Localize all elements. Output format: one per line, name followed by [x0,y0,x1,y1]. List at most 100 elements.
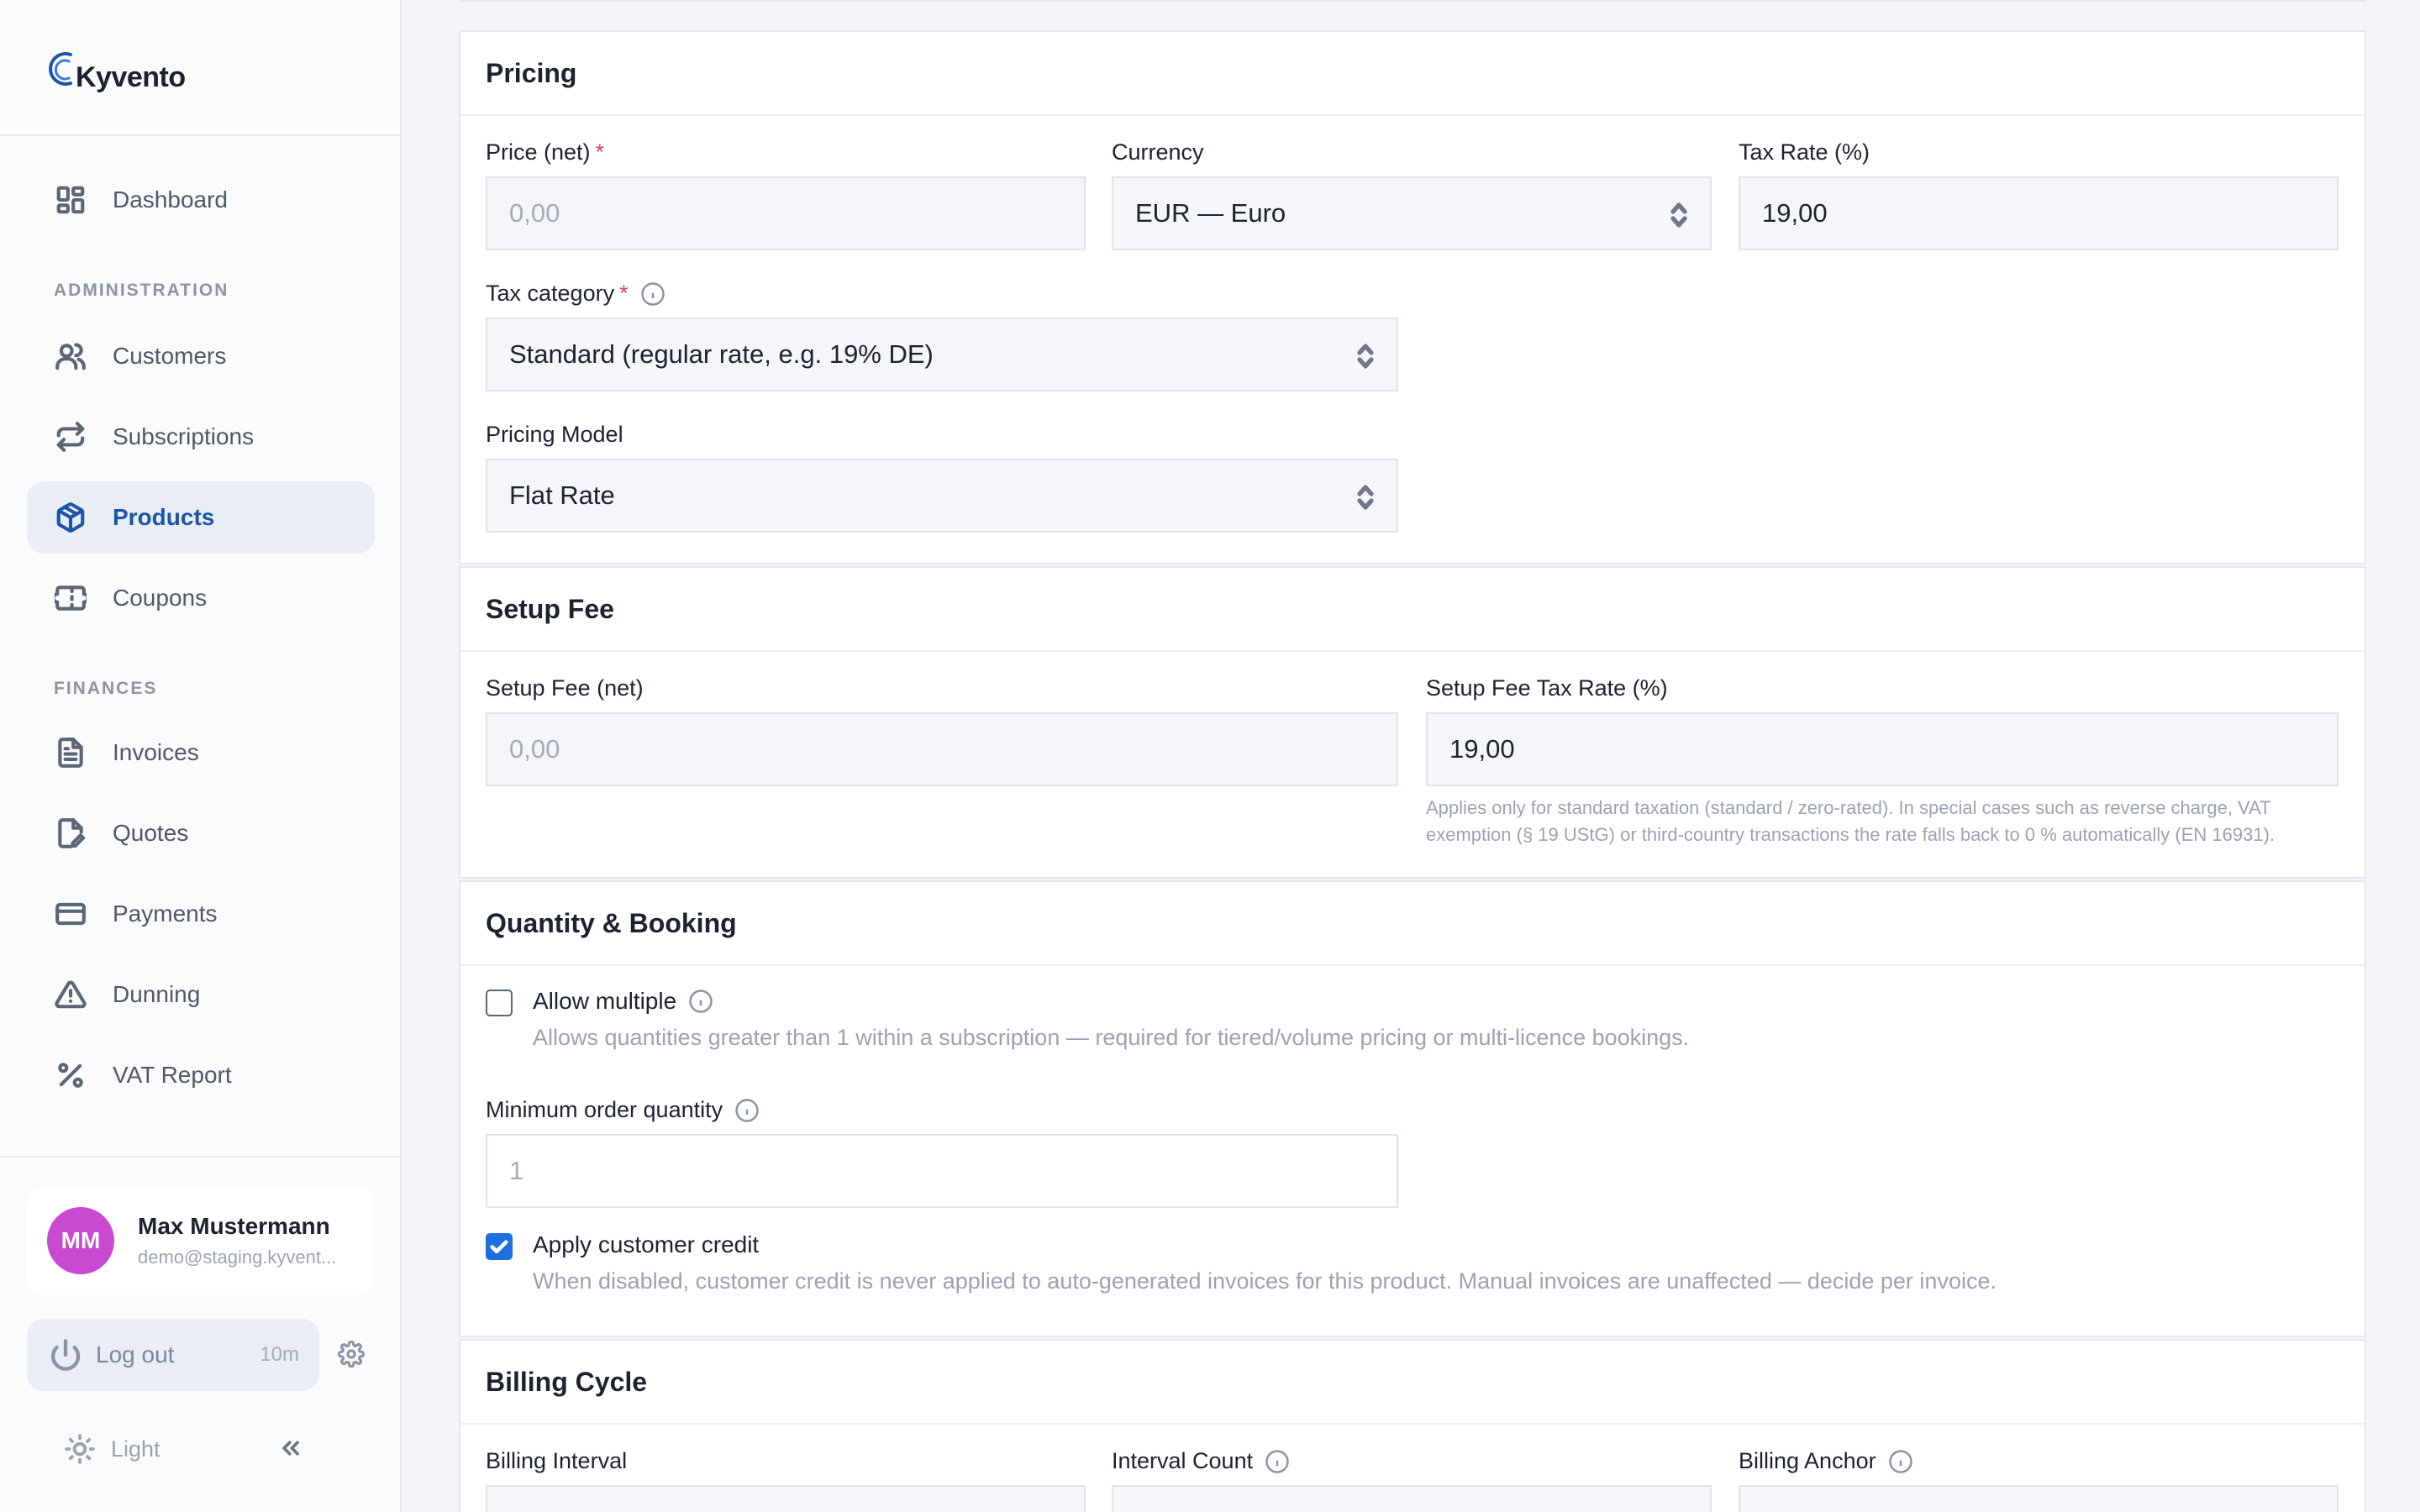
sidebar: Kyvento Dashboard ADMINISTRATION Custome… [0,0,402,1512]
sidebar-item-label: Payments [113,900,218,927]
sidebar-item-label: Subscriptions [113,423,255,449]
info-icon[interactable] [688,989,713,1014]
repeat-icon [54,420,87,454]
check-icon [490,1240,508,1254]
file-text-icon [54,736,87,769]
sidebar-item-label: Products [113,504,215,530]
dashboard-icon [54,183,87,217]
sidebar-item-customers[interactable]: Customers [27,320,375,392]
allow-multiple-checkbox[interactable] [486,990,513,1016]
currency-label: Currency [1112,139,1204,165]
avatar: MM [47,1207,114,1274]
collapse-sidebar-button[interactable] [274,1431,308,1465]
box-icon [54,501,87,534]
percent-icon [54,1058,87,1092]
min-qty-label: Minimum order quantity [486,1097,760,1123]
sidebar-item-vat-report[interactable]: VAT Report [27,1039,375,1111]
sidebar-item-payments[interactable]: Payments [27,878,375,950]
app-logo[interactable]: Kyvento [45,42,186,101]
apply-credit-description: When disabled, customer credit is never … [533,1268,1996,1294]
section-title: Pricing [486,57,577,88]
user-card[interactable]: MM Max Mustermann demo@staging.kyvent... [27,1186,375,1295]
sidebar-item-products[interactable]: Products [27,481,375,554]
credit-card-icon [54,897,87,931]
setup-fee-input[interactable]: 0,00 [486,712,1398,786]
min-qty-input[interactable]: 1 [486,1134,1398,1208]
pricing-model-label: Pricing Model [486,422,623,447]
theme-toggle[interactable]: Light [64,1428,160,1470]
user-email: demo@staging.kyvent... [138,1247,337,1268]
select-chevron-icon [1356,484,1375,511]
sidebar-item-label: Coupons [113,585,208,611]
section-title-administration: ADMINISTRATION [54,281,229,300]
section-title: Billing Cycle [486,1366,648,1397]
app-name: Kyvento [76,60,186,93]
sidebar-item-quotes[interactable]: Quotes [27,797,375,869]
info-icon[interactable] [1265,1449,1290,1474]
logout-button[interactable]: Log out 10m [27,1319,319,1391]
sidebar-item-dunning[interactable]: Dunning [27,958,375,1031]
sun-icon [65,1434,95,1464]
allow-multiple-label: Allow multiple [533,988,713,1015]
tax-rate-input[interactable]: 19,00 [1739,176,2338,250]
currency-select[interactable]: EUR — Euro [1112,176,1712,250]
tax-category-select[interactable]: Standard (regular rate, e.g. 19% DE) [486,318,1398,391]
pricing-model-select[interactable]: Flat Rate [486,459,1398,533]
pricing-card: Pricing Price (net) * 0,00 Currency EUR —… [459,30,2366,564]
tax-category-label: Tax category * [486,281,666,307]
allow-multiple-description: Allows quantities greater than 1 within … [533,1025,1690,1050]
sidebar-item-invoices[interactable]: Invoices [27,717,375,789]
logout-label: Log out [96,1341,175,1368]
billing-anchor-input[interactable] [1739,1485,2338,1512]
section-title: Quantity & Booking [486,907,737,938]
apply-credit-checkbox[interactable] [486,1233,513,1260]
sidebar-item-label: Customers [113,343,227,369]
previous-section-card [459,0,2366,2]
gear-icon [338,1341,365,1368]
section-title: Setup Fee [486,593,614,624]
sidebar-item-label: Invoices [113,739,199,765]
sidebar-item-dashboard[interactable]: Dashboard [27,164,375,236]
users-icon [54,339,87,373]
divider [0,1156,402,1158]
price-input[interactable]: 0,00 [486,176,1086,250]
quantity-booking-card: Quantity & Booking Allow multiple Allows… [459,880,2366,1337]
info-icon[interactable] [640,281,666,307]
info-icon[interactable] [734,1098,760,1123]
interval-count-input[interactable] [1112,1485,1712,1512]
session-timer: 10m [260,1343,299,1366]
section-title-finances: FINANCES [54,679,158,698]
sidebar-item-label: Quotes [113,820,189,846]
sidebar-item-label: VAT Report [113,1062,232,1088]
file-edit-icon [54,816,87,850]
billing-cycle-card: Billing Cycle Billing Interval Interval … [459,1339,2366,1512]
price-label: Price (net) * [486,139,605,165]
power-icon [50,1339,81,1371]
setup-fee-tax-label: Setup Fee Tax Rate (%) [1426,675,1668,701]
billing-interval-label: Billing Interval [486,1448,628,1473]
select-chevron-icon [1356,343,1375,370]
sidebar-item-label: Dashboard [113,186,228,213]
logo-mark-icon [45,46,84,97]
divider [0,134,402,136]
billing-anchor-label: Billing Anchor [1739,1448,1913,1474]
info-icon[interactable] [1888,1449,1913,1474]
ticket-icon [54,581,87,615]
tax-rate-label: Tax Rate (%) [1739,139,1870,165]
theme-label: Light [111,1436,160,1462]
setup-fee-card: Setup Fee Setup Fee (net) 0,00 Setup Fee… [459,566,2366,879]
warning-icon [54,978,87,1011]
apply-credit-label: Apply customer credit [533,1231,760,1257]
select-chevron-icon [1670,202,1688,228]
user-name: Max Mustermann [138,1213,330,1239]
setup-fee-tax-help: Applies only for standard taxation (stan… [1426,797,2275,845]
sidebar-item-subscriptions[interactable]: Subscriptions [27,401,375,473]
settings-button[interactable] [334,1337,368,1371]
interval-count-label: Interval Count [1112,1448,1290,1474]
setup-fee-tax-input[interactable]: 19,00 [1426,712,2338,786]
setup-fee-label: Setup Fee (net) [486,675,644,701]
billing-interval-select[interactable] [486,1485,1086,1512]
chevrons-left-icon [282,1441,299,1456]
sidebar-item-coupons[interactable]: Coupons [27,562,375,634]
sidebar-item-label: Dunning [113,981,201,1007]
